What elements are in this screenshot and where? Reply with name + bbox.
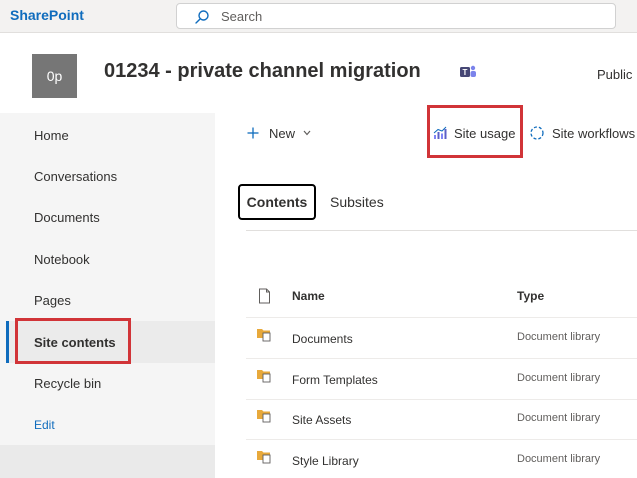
site-logo[interactable]: 0p [32, 54, 77, 98]
nav-item-pages[interactable]: Pages [34, 293, 71, 308]
nav-edit-link[interactable]: Edit [34, 418, 55, 432]
suite-bar: SharePoint Search [0, 0, 637, 33]
search-box[interactable]: Search [176, 3, 616, 29]
search-icon [195, 10, 209, 24]
tab-divider [246, 230, 637, 231]
site-visibility: Public [597, 67, 633, 82]
row-divider [246, 439, 637, 440]
site-header: 0p 01234 - private channel migration T P… [0, 34, 637, 112]
column-header-name[interactable]: Name [292, 289, 325, 303]
nav-item-conversations[interactable]: Conversations [34, 169, 117, 184]
row-name[interactable]: Style Library [292, 454, 359, 468]
nav-selected-indicator [6, 321, 9, 363]
row-type: Document library [517, 331, 601, 343]
row-name[interactable]: Form Templates [292, 373, 378, 387]
library-folder-icon [257, 410, 271, 423]
tab-contents[interactable]: Contents [238, 184, 316, 220]
highlight-site-contents [15, 318, 131, 364]
row-type: Document library [517, 453, 601, 465]
row-divider [246, 358, 637, 359]
nav-item-documents[interactable]: Documents [34, 210, 100, 225]
chevron-down-icon [303, 130, 311, 136]
left-navigation-footer [0, 445, 215, 478]
row-name[interactable]: Site Assets [292, 413, 351, 427]
site-title[interactable]: 01234 - private channel migration [104, 60, 421, 83]
row-type: Document library [517, 372, 601, 384]
row-divider [246, 399, 637, 400]
teams-icon: T [460, 65, 476, 77]
nav-item-recycle-bin[interactable]: Recycle bin [34, 376, 101, 391]
library-folder-icon [257, 451, 271, 464]
site-logo-text: 0p [46, 68, 63, 84]
plus-icon [247, 127, 259, 139]
workflow-icon [530, 126, 544, 140]
nav-item-notebook[interactable]: Notebook [34, 252, 90, 267]
site-workflows-label: Site workflows [552, 126, 636, 141]
svg-text:T: T [463, 68, 468, 77]
row-name[interactable]: Documents [292, 332, 353, 346]
left-navigation [0, 113, 215, 478]
library-folder-icon [257, 370, 271, 383]
search-input[interactable]: Search [221, 9, 262, 24]
file-type-icon [259, 288, 270, 304]
header-divider [246, 317, 637, 318]
nav-item-home[interactable]: Home [34, 128, 69, 143]
column-header-type[interactable]: Type [517, 289, 544, 303]
new-button-label: New [269, 126, 296, 141]
library-folder-icon [257, 329, 271, 342]
tab-subsites[interactable]: Subsites [330, 194, 384, 210]
tab-contents-label: Contents [246, 194, 308, 210]
highlight-site-usage [427, 105, 523, 158]
sharepoint-brand-link[interactable]: SharePoint [10, 7, 84, 23]
row-type: Document library [517, 412, 601, 424]
